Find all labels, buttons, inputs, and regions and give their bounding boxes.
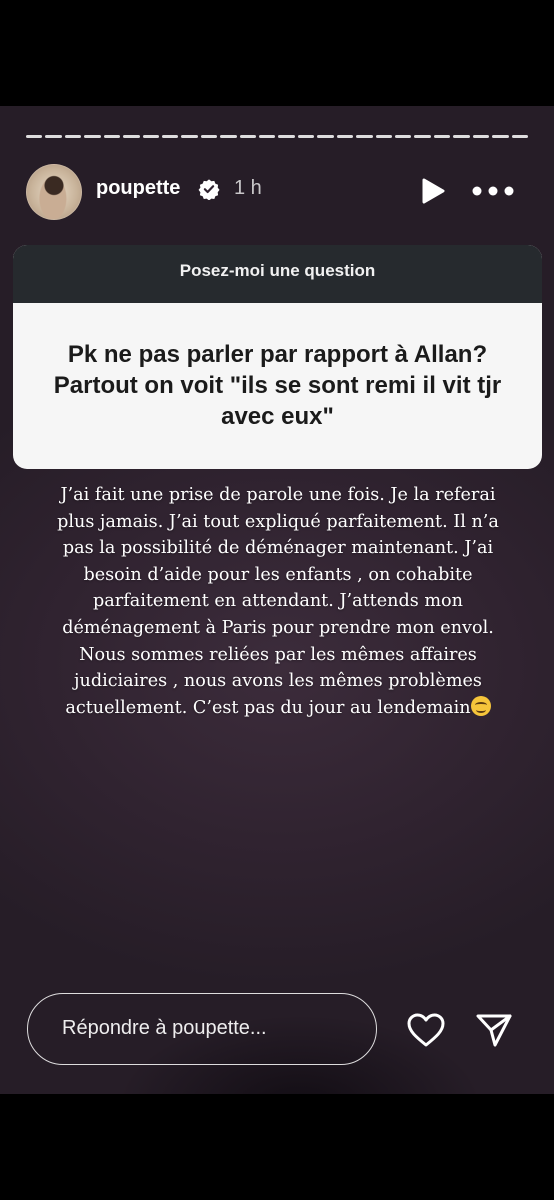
progress-segment [142,135,159,138]
progress-segment [433,135,451,138]
smiling-face-emoji [470,695,491,716]
more-icon[interactable] [471,184,515,198]
answer-line-last: actuellement. C’est pas du jour au lende… [22,695,534,722]
username[interactable]: poupette [96,177,180,200]
progress-segment [123,135,140,138]
answer-line: actuellement. C’est pas du jour au lende… [65,697,471,718]
story-header: poupette 1 h [24,164,534,220]
progress-segment [492,135,509,138]
question-text: Pk ne pas parler par rapport à Allan? Pa… [53,341,502,430]
progress-segment [472,135,490,138]
progress-segment [161,135,179,138]
question-prompt: Posez-moi une question [13,245,542,303]
progress-segment [395,135,412,138]
answer-text: J’ai fait une prise de parole une fois. … [22,482,534,721]
heart-icon[interactable] [406,1012,446,1048]
progress-segment [375,135,393,138]
progress-segment [414,135,431,138]
progress-segment [103,135,121,138]
answer-line: besoin d’aide pour les enfants , on coha… [83,564,473,585]
answer-line: pas la possibilité de déménager maintena… [62,538,494,559]
reply-input[interactable]: Répondre à poupette... [27,993,377,1065]
avatar[interactable] [26,164,82,220]
answer-line: J’ai fait une prise de parole une fois. … [60,485,496,505]
progress-segment [200,135,218,138]
progress-segment [336,135,354,138]
story-viewer[interactable]: poupette 1 h Posez-moi une question Pk n… [0,106,554,1094]
answer-line: plus jamais. J’ai tout expliqué parfaite… [57,511,499,532]
answer-line: déménagement à Paris pour prendre mon en… [62,617,494,638]
send-icon[interactable] [474,1011,514,1049]
progress-segment [239,135,257,138]
progress-segment [181,135,198,138]
progress-segment [220,135,237,138]
progress-segment [317,135,334,138]
progress-segment [26,135,43,138]
progress-segment [453,135,470,138]
progress-segment [278,135,295,138]
progress-segment [356,135,373,138]
progress-segment [511,135,528,138]
play-icon[interactable] [420,177,446,205]
question-sticker: Posez-moi une question Pk ne pas parler … [13,245,542,469]
answer-line: judiciaires , nous avons les mêmes probl… [74,671,482,692]
progress-segment [297,135,315,138]
story-progress-bar [26,135,528,139]
progress-segment [64,135,82,138]
post-time: 1 h [234,177,262,199]
progress-segment [259,135,276,138]
progress-segment [84,135,101,138]
answer-line: parfaitement en attendant. J’attends mon [93,591,463,612]
answer-line: Nous sommes reliées par les mêmes affair… [79,644,477,665]
progress-segment [45,135,62,138]
verified-badge-icon [198,179,220,200]
